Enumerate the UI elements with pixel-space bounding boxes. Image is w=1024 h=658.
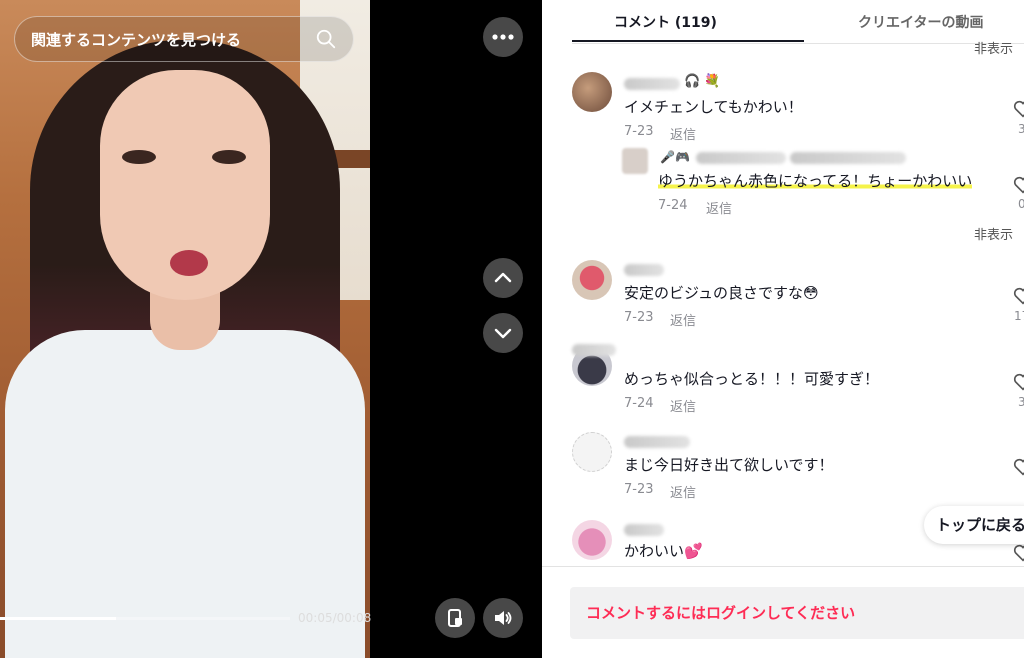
commenter-name[interactable]: [624, 264, 664, 276]
heart-icon[interactable]: [1012, 542, 1024, 564]
search-input[interactable]: 関連するコンテンツを見つける: [31, 29, 315, 50]
reply-button[interactable]: 返信: [670, 396, 696, 415]
video-subject-eye: [122, 150, 156, 164]
heart-icon[interactable]: [1012, 371, 1024, 393]
reply-button[interactable]: 返信: [670, 482, 696, 501]
like-count: 3: [1018, 395, 1024, 409]
search-icon[interactable]: [315, 28, 337, 50]
video-progress-fill: [0, 617, 116, 620]
miniplayer-button[interactable]: [435, 598, 475, 638]
login-to-comment-prompt[interactable]: コメントするにはログインしてください: [570, 587, 1024, 639]
previous-video-button[interactable]: [483, 258, 523, 298]
like-count: 0: [1018, 197, 1024, 211]
volume-button[interactable]: [483, 598, 523, 638]
tab-creator-videos[interactable]: クリエイターの動画: [858, 12, 983, 32]
commenter-name[interactable]: [624, 78, 680, 90]
like-count: 3: [1018, 122, 1024, 136]
hide-replies-link[interactable]: 非表示: [974, 224, 1013, 243]
commenter-avatar[interactable]: [622, 148, 648, 174]
reply-button[interactable]: 返信: [670, 124, 696, 143]
heart-icon[interactable]: [1012, 456, 1024, 478]
comment-date: 7-23: [624, 124, 654, 139]
comment-date: 7-23: [624, 310, 654, 325]
comment-text: まじ今日好き出て欲しいです！: [624, 456, 834, 474]
heart-icon[interactable]: [1012, 98, 1024, 120]
chevron-down-icon: [494, 328, 512, 339]
active-tab-indicator: [572, 40, 804, 42]
more-icon: [492, 34, 514, 40]
reply-button[interactable]: 返信: [706, 198, 732, 217]
commenter-handle: [790, 152, 906, 164]
commenter-avatar[interactable]: [572, 260, 612, 300]
heart-icon[interactable]: [1012, 285, 1024, 307]
reply-button[interactable]: 返信: [670, 310, 696, 329]
chevron-up-icon: [494, 272, 512, 283]
comment-text: 安定のビジュの良さですな😳: [624, 284, 819, 302]
comment-date: 7-24: [624, 396, 654, 411]
search-bar[interactable]: 関連するコンテンツを見つける: [14, 16, 354, 62]
comment-text: イメチェンしてもかわい！: [624, 98, 803, 116]
commenter-avatar[interactable]: [572, 432, 612, 472]
commenter-avatar[interactable]: [572, 520, 612, 560]
comment-date: 7-23: [624, 482, 654, 497]
video-player[interactable]: 関連するコンテンツを見つける 00:05/00:08: [0, 0, 542, 658]
video-subject-shirt: [5, 330, 365, 658]
tab-bar: コメント (119) クリエイターの動画: [572, 0, 1024, 44]
more-options-button[interactable]: [483, 17, 523, 57]
comments-panel: コメント (119) クリエイターの動画 非表示 🎧 💐 イメチェンしてもかわい…: [542, 0, 1024, 658]
commenter-avatar[interactable]: [572, 72, 612, 112]
comment-date: 7-24: [658, 198, 688, 213]
commenter-name[interactable]: [572, 344, 616, 356]
back-to-top-button[interactable]: トップに戻る: [924, 506, 1024, 544]
video-frame[interactable]: 関連するコンテンツを見つける: [0, 0, 370, 658]
commenter-name-emoji: 🎤🎮: [660, 150, 690, 164]
heart-icon[interactable]: [1012, 174, 1024, 196]
video-subject-mouth: [170, 250, 208, 276]
comment-text: かわいい💕: [624, 542, 703, 560]
like-count: 17: [1014, 309, 1024, 323]
video-subject-eye: [212, 150, 246, 164]
volume-icon: [495, 611, 512, 625]
commenter-name[interactable]: [696, 152, 786, 164]
tab-comments[interactable]: コメント (119): [614, 12, 717, 32]
comment-footer: コメントするにはログインしてください: [542, 566, 1024, 658]
video-progress-bar[interactable]: [0, 617, 290, 620]
next-video-button[interactable]: [483, 313, 523, 353]
commenter-name[interactable]: [624, 524, 664, 536]
commenter-name-emoji: 🎧 💐: [684, 74, 721, 89]
hide-replies-link[interactable]: 非表示: [974, 38, 1013, 57]
miniplayer-icon: [448, 609, 462, 627]
commenter-name[interactable]: [624, 436, 690, 448]
comment-text: ゆうかちゃん赤色になってる！ちょーかわいい: [658, 170, 973, 191]
video-time: 00:05/00:08: [298, 611, 372, 625]
comment-text: めっちゃ似合っとる！！！可愛すぎ！: [624, 370, 880, 388]
